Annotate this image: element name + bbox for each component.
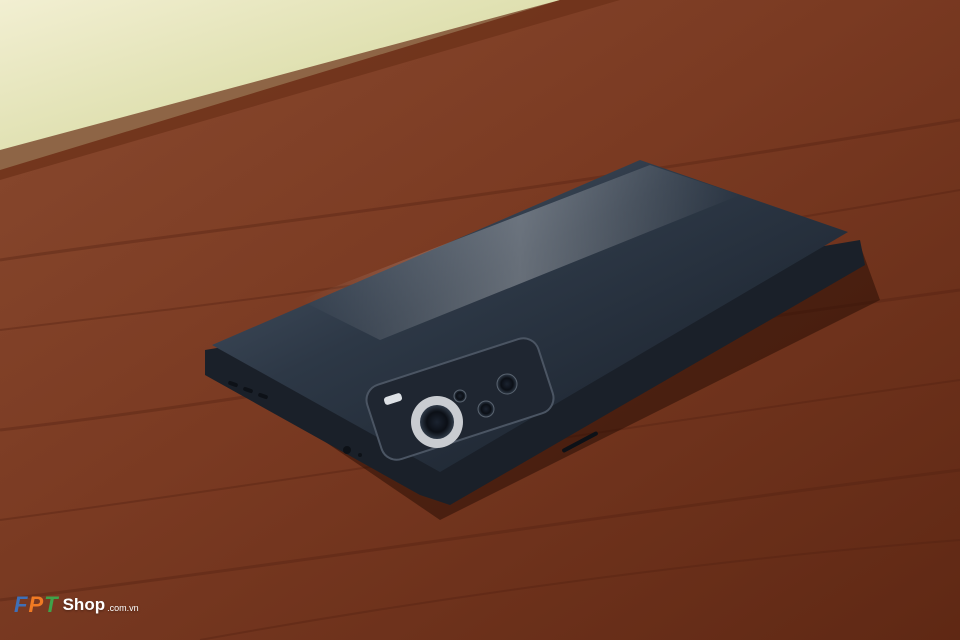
headphone-port — [343, 446, 351, 454]
tertiary-lens — [496, 373, 518, 395]
fptshop-watermark: F P T Shop .com.vn — [14, 588, 139, 622]
macro-lens — [453, 389, 467, 403]
phone-photo — [0, 0, 960, 640]
logo-brand-text: Shop — [62, 595, 106, 614]
fpt-logo: F P T — [14, 592, 59, 618]
main-camera-lens — [420, 405, 454, 439]
logo-domain-text: .com.vn — [107, 602, 139, 613]
logo-letter-p: P — [28, 592, 45, 617]
photo-scene: F P T Shop .com.vn — [0, 0, 960, 640]
secondary-lens — [477, 400, 495, 418]
logo-letter-f: F — [14, 592, 29, 617]
microphone-hole — [358, 453, 362, 457]
logo-letter-t: T — [44, 592, 59, 617]
